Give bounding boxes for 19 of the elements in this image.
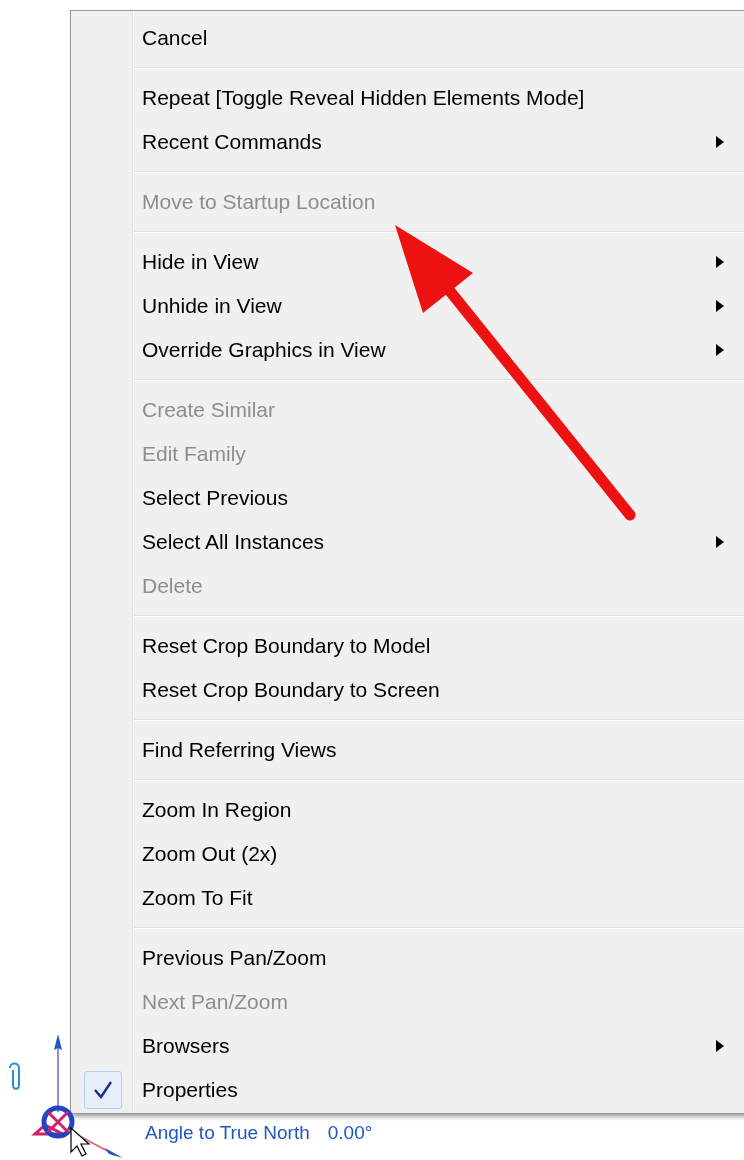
menu-item[interactable]: Reset Crop Boundary to Screen [71, 668, 744, 712]
menu-item[interactable]: Properties [71, 1068, 744, 1112]
menu-item[interactable]: Recent Commands [71, 120, 744, 164]
menu-item[interactable]: Previous Pan/Zoom [71, 936, 744, 980]
menu-item[interactable]: Cancel [71, 16, 744, 60]
menu-item[interactable]: Zoom Out (2x) [71, 832, 744, 876]
menu-item[interactable]: Hide in View [71, 240, 744, 284]
menu-item[interactable]: Zoom To Fit [71, 876, 744, 920]
angle-value: 0.00° [327, 1122, 373, 1144]
menu-item[interactable]: Reset Crop Boundary to Model [71, 624, 744, 668]
menu-item[interactable]: Unhide in View [71, 284, 744, 328]
menu-item[interactable]: Find Referring Views [71, 728, 744, 772]
menu-item[interactable]: Override Graphics in View [71, 328, 744, 372]
menu-item[interactable]: Zoom In Region [71, 788, 744, 832]
angle-label: Angle to True North [145, 1122, 310, 1144]
menu-item[interactable]: Browsers [71, 1024, 744, 1068]
menu-item[interactable]: Select All Instances [71, 520, 744, 564]
menu-item[interactable]: Repeat [Toggle Reveal Hidden Elements Mode] [71, 76, 744, 120]
menu-item[interactable]: Select Previous [71, 476, 744, 520]
